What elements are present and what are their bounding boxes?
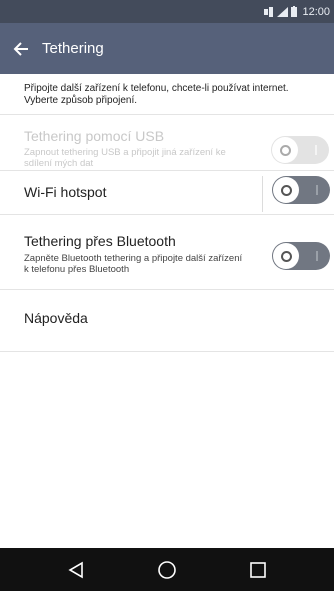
intro-text: Připojte další zařízení k telefonu, chce…: [24, 83, 289, 106]
recents-square-icon: [250, 561, 267, 578]
signal-icon: [277, 6, 289, 17]
usb-tethering-description: Zapnout tethering USB a připojit jiná za…: [24, 147, 226, 169]
help-row[interactable]: Nápověda: [0, 289, 334, 351]
nav-home-button[interactable]: [147, 550, 187, 590]
usb-tethering-row: Tethering pomocí USB Zapnout tethering U…: [0, 114, 334, 170]
battery-icon: [291, 6, 298, 17]
usb-tethering-toggle: [271, 136, 329, 164]
toggle-knob: [273, 243, 299, 269]
vertical-separator: [262, 176, 263, 212]
nav-recents-button[interactable]: [238, 550, 278, 590]
bluetooth-tethering-toggle[interactable]: [272, 242, 330, 270]
navigation-bar: [0, 548, 334, 591]
arrow-left-icon: [13, 41, 28, 56]
toggle-knob: [273, 177, 299, 203]
usb-tethering-label: Tethering pomocí USB: [24, 128, 165, 144]
divider: [0, 351, 334, 352]
wifi-hotspot-label: Wi-Fi hotspot: [24, 184, 107, 200]
app-bar: Tethering: [0, 23, 334, 74]
bluetooth-tethering-row[interactable]: Tethering přes Bluetooth Zapněte Bluetoo…: [0, 214, 334, 276]
page-title: Tethering: [42, 40, 104, 57]
home-circle-icon: [158, 560, 176, 579]
nav-back-button[interactable]: [56, 550, 96, 590]
toggle-knob: [272, 137, 298, 163]
back-triangle-icon: [68, 561, 83, 578]
wifi-hotspot-toggle[interactable]: [272, 176, 330, 204]
bluetooth-tethering-label: Tethering přes Bluetooth: [24, 233, 176, 249]
back-button[interactable]: [4, 23, 38, 74]
data-icon: [264, 6, 274, 17]
help-label: Nápověda: [24, 310, 88, 326]
status-bar: 12:00: [0, 0, 334, 23]
status-time: 12:00: [302, 5, 330, 18]
bluetooth-tethering-description: Zapněte Bluetooth tethering a připojte d…: [24, 253, 243, 275]
